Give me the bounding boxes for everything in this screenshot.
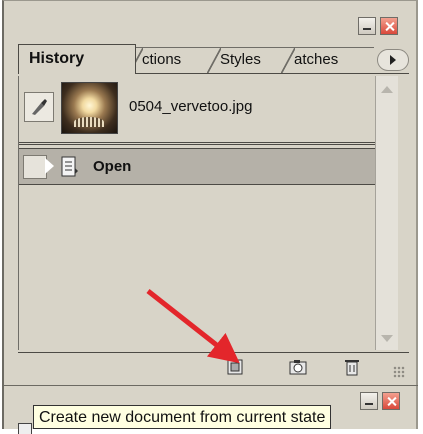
snapshot-thumbnail: [61, 82, 118, 134]
tab-history[interactable]: History: [18, 44, 136, 74]
tab-swatches[interactable]: atches: [281, 47, 374, 74]
close-button[interactable]: [380, 17, 398, 35]
trash-icon[interactable]: [342, 358, 362, 376]
new-document-icon[interactable]: [225, 358, 245, 376]
lower-close-button[interactable]: [382, 392, 400, 410]
scroll-down-icon[interactable]: [381, 335, 393, 342]
snapshot-name: 0504_vervetoo.jpg: [129, 98, 253, 115]
document-icon: [61, 156, 79, 178]
history-list: 0504_vervetoo.jpg Open: [18, 76, 375, 350]
panel-tabs: atches Styles ctions History: [18, 44, 409, 74]
tab-styles-label: Styles: [220, 51, 261, 68]
scrollbar[interactable]: [375, 76, 398, 350]
tab-actions[interactable]: ctions: [129, 47, 216, 74]
history-state-label: Open: [93, 158, 132, 175]
panel-menu-button[interactable]: [377, 49, 409, 71]
resize-grip-icon[interactable]: [393, 366, 405, 378]
lower-window-controls: [360, 392, 400, 410]
history-state-marker-icon: [43, 156, 54, 176]
camera-icon[interactable]: [288, 358, 308, 376]
history-brush-icon[interactable]: [24, 92, 54, 122]
divider: [19, 144, 375, 145]
divider: [19, 142, 375, 143]
tab-swatches-label: atches: [294, 51, 339, 68]
panel-bottom-bar: [18, 352, 409, 381]
tab-history-label: History: [29, 50, 85, 67]
snapshot-row[interactable]: 0504_vervetoo.jpg: [19, 76, 375, 136]
history-state-row[interactable]: Open: [19, 148, 375, 185]
lower-panel-checkbox[interactable]: [18, 423, 32, 434]
history-state-toggle[interactable]: [23, 155, 47, 179]
tooltip: Create new document from current state: [33, 405, 332, 429]
scroll-up-icon[interactable]: [381, 86, 393, 93]
window-controls: [358, 17, 398, 35]
tab-styles[interactable]: Styles: [207, 47, 290, 74]
minimize-button[interactable]: [358, 17, 376, 35]
lower-minimize-button[interactable]: [360, 392, 378, 410]
tab-actions-label: ctions: [142, 51, 182, 68]
